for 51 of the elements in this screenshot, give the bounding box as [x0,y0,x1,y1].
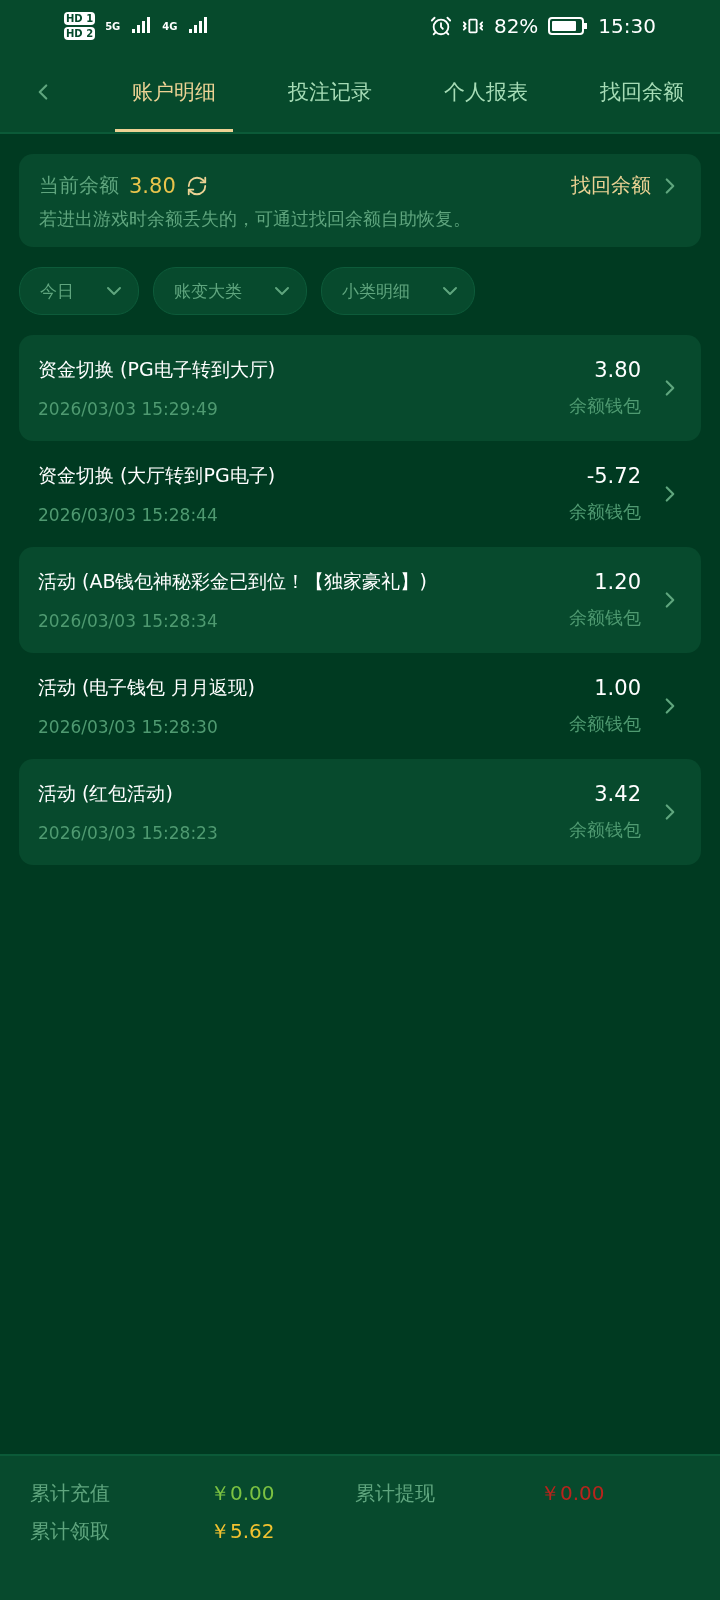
wallet-label: 余额钱包 [569,394,641,418]
network-type: 4G [162,20,178,32]
sim-badge: HD 2 [64,27,96,40]
record-time: 2026/03/03 15:28:30 [38,717,219,737]
alarm-icon [429,15,452,37]
total-value: ￥0.00 [540,1480,606,1507]
record-row[interactable]: 活动 (AB钱包神秘彩金已到位！【独家豪礼】) 2026/03/03 15:28:34 1.20 余额钱包 [19,547,701,653]
recover-balance-link[interactable]: 找回余额 [571,172,683,199]
record-title: 活动 (电子钱包 月月返现) [38,675,256,700]
total-value: ￥0.00 [210,1480,276,1507]
record-row[interactable]: 资金切换 (PG电子转到大厅) 2026/03/03 15:29:49 3.80 余额钱包 [19,335,701,441]
balance-note: 若进出游戏时余额丢失的，可通过找回余额自助恢复。 [39,207,472,231]
wallet-label: 余额钱包 [569,500,641,524]
record-amount: -5.72 [586,464,641,488]
total-value: ￥5.62 [210,1518,276,1545]
total-label: 累计充值 [30,1480,111,1507]
battery-icon [548,16,589,36]
record-amount: 1.00 [594,676,641,700]
record-amount: 1.20 [594,570,641,594]
record-row[interactable]: 活动 (红包活动) 2026/03/03 15:28:23 3.42 余额钱包 [19,759,701,865]
network-type: 5G [105,20,121,32]
tab[interactable]: 账户明细 [96,52,252,132]
filter-dropdown[interactable]: 账变大类 [153,267,307,315]
sim-badge: HD 1 [64,12,96,25]
record-time: 2026/03/03 15:28:34 [38,611,219,631]
signal-icon [130,16,153,36]
record-title: 活动 (红包活动) [38,781,174,806]
total-label: 累计领取 [30,1518,111,1545]
total-label: 累计提现 [355,1480,436,1507]
refresh-icon[interactable] [185,174,208,197]
tab[interactable]: 找回余额 [564,52,720,132]
clock-time: 15:30 [598,14,656,38]
filter-dropdown[interactable]: 今日 [19,267,139,315]
record-title: 活动 (AB钱包神秘彩金已到位！【独家豪礼】) [38,569,428,594]
tab[interactable]: 投注记录 [252,52,408,132]
battery-percent: 82% [493,14,539,38]
signal-icon [187,16,210,36]
tab[interactable]: 个人报表 [408,52,564,132]
balance-amount: 3.80 [129,173,176,198]
record-time: 2026/03/03 15:28:23 [38,823,219,843]
record-amount: 3.42 [594,782,641,806]
wallet-label: 余额钱包 [569,818,641,842]
record-time: 2026/03/03 15:28:44 [38,505,219,525]
record-time: 2026/03/03 15:29:49 [38,399,219,419]
filter-dropdown[interactable]: 小类明细 [321,267,475,315]
wallet-label: 余额钱包 [569,712,641,736]
wallet-label: 余额钱包 [569,606,641,630]
record-title: 资金切换 (PG电子转到大厅) [38,357,277,382]
record-title: 资金切换 (大厅转到PG电子) [38,463,277,488]
record-amount: 3.80 [594,358,641,382]
balance-label: 当前余额 [39,172,119,199]
